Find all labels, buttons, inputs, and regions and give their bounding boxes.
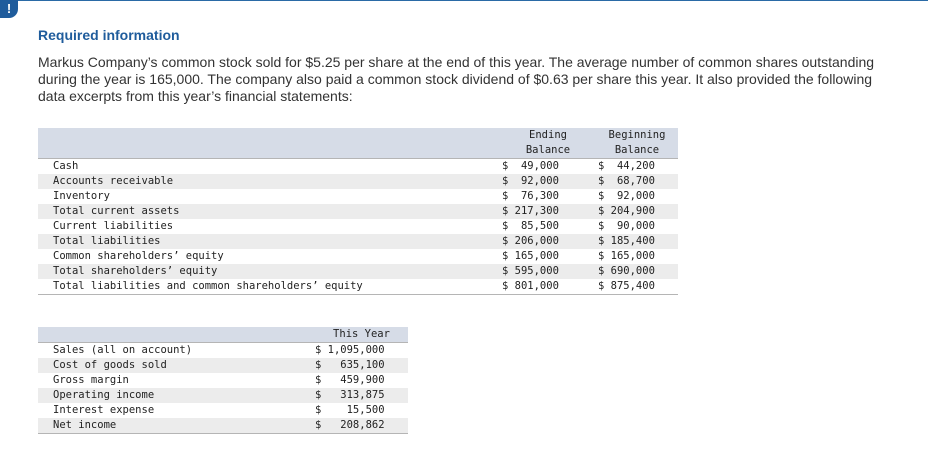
balance-header-blank-2 — [38, 143, 500, 159]
beginning-balance-value: $ 165,000 — [596, 249, 678, 264]
balance-row-label: Inventory — [38, 189, 500, 204]
beginning-balance-value: $ 185,400 — [596, 234, 678, 249]
this-year-header: This Year — [315, 327, 408, 343]
balance-row-label: Accounts receivable — [38, 174, 500, 189]
income-row-label: Cost of goods sold — [38, 358, 315, 373]
balance-row: Accounts receivable $ 92,000 $ 68,700 — [38, 174, 678, 189]
this-year-value: $ 208,862 — [315, 418, 408, 434]
income-row-label: Sales (all on account) — [38, 342, 315, 358]
this-year-value: $ 635,100 — [315, 358, 408, 373]
ending-header-line1: Ending — [500, 128, 596, 143]
balance-row-label: Common shareholders’ equity — [38, 249, 500, 264]
income-statement-table: This Year Sales (all on account) $ 1,095,… — [38, 327, 408, 434]
balance-sheet-table: Ending Beginning Balance Balance Cash $ 4… — [38, 128, 678, 295]
beginning-balance-value: $ 92,000 — [596, 189, 678, 204]
ending-balance-value: $ 595,000 — [500, 264, 596, 279]
balance-row-label: Current liabilities — [38, 219, 500, 234]
balance-row-label: Cash — [38, 158, 500, 174]
income-row: Operating income $ 313,875 — [38, 388, 408, 403]
balance-row-label: Total liabilities — [38, 234, 500, 249]
this-year-value: $ 1,095,000 — [315, 342, 408, 358]
beginning-balance-value: $ 204,900 — [596, 204, 678, 219]
ending-balance-value: $ 206,000 — [500, 234, 596, 249]
ending-balance-value: $ 217,300 — [500, 204, 596, 219]
balance-row: Cash $ 49,000 $ 44,200 — [38, 158, 678, 174]
ending-balance-value: $ 92,000 — [500, 174, 596, 189]
ending-balance-value: $ 85,500 — [500, 219, 596, 234]
beginning-header-line2: Balance — [596, 143, 678, 159]
beginning-header-line1: Beginning — [596, 128, 678, 143]
income-row-label: Gross margin — [38, 373, 315, 388]
beginning-balance-value: $ 90,000 — [596, 219, 678, 234]
beginning-balance-value: $ 875,400 — [596, 279, 678, 295]
income-row: Cost of goods sold $ 635,100 — [38, 358, 408, 373]
income-row: Gross margin $ 459,900 — [38, 373, 408, 388]
income-row: Net income $ 208,862 — [38, 418, 408, 434]
income-row-label: Net income — [38, 418, 315, 434]
balance-row: Total liabilities and common shareholder… — [38, 279, 678, 295]
balance-row: Total liabilities $ 206,000 $ 185,400 — [38, 234, 678, 249]
balance-header-blank — [38, 128, 500, 143]
top-rule — [18, 0, 928, 1]
income-row: Interest expense $ 15,500 — [38, 403, 408, 418]
income-row-label: Operating income — [38, 388, 315, 403]
balance-row: Common shareholders’ equity $ 165,000 $ 16… — [38, 249, 678, 264]
ending-balance-value: $ 165,000 — [500, 249, 596, 264]
beginning-balance-value: $ 68,700 — [596, 174, 678, 189]
balance-row-label: Total liabilities and common shareholder… — [38, 279, 500, 295]
balance-row-label: Total current assets — [38, 204, 500, 219]
intro-text: Markus Company’s common stock sold for $… — [38, 54, 875, 104]
balance-row-label: Total shareholders’ equity — [38, 264, 500, 279]
balance-row: Total current assets $ 217,300 $ 204,900 — [38, 204, 678, 219]
income-row-label: Interest expense — [38, 403, 315, 418]
income-header-blank — [38, 327, 315, 343]
this-year-value: $ 313,875 — [315, 388, 408, 403]
beginning-balance-value: $ 690,000 — [596, 264, 678, 279]
this-year-value: $ 459,900 — [315, 373, 408, 388]
balance-row: Current liabilities $ 85,500 $ 90,000 — [38, 219, 678, 234]
section-heading: Required information — [38, 27, 180, 43]
ending-balance-value: $ 76,300 — [500, 189, 596, 204]
this-year-value: $ 15,500 — [315, 403, 408, 418]
balance-row: Inventory $ 76,300 $ 92,000 — [38, 189, 678, 204]
ending-balance-value: $ 801,000 — [500, 279, 596, 295]
ending-header-line2: Balance — [500, 143, 596, 159]
alert-icon: ! — [0, 0, 18, 18]
ending-balance-value: $ 49,000 — [500, 158, 596, 174]
balance-row: Total shareholders’ equity $ 595,000 $ 690… — [38, 264, 678, 279]
income-row: Sales (all on account) $ 1,095,000 — [38, 342, 408, 358]
beginning-balance-value: $ 44,200 — [596, 158, 678, 174]
